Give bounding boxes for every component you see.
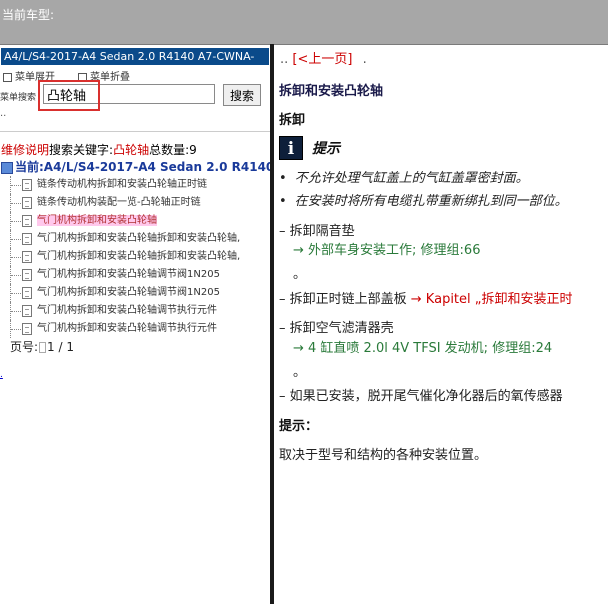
- step-text: – 拆卸正时链上部盖板 → Kapitel „拆卸和安装正时: [279, 292, 573, 307]
- document-icon: [22, 287, 32, 299]
- pager: 页号: 1 / 1: [10, 340, 74, 354]
- separator: [0, 131, 270, 132]
- step-text: – 如果已安装，脱开尾气催化净化器后的氧传感器: [279, 389, 563, 404]
- tip-title: 提示: [312, 141, 340, 157]
- tree-item[interactable]: 气门机构拆卸和安装凸轮轴调节阀1N205: [10, 266, 270, 284]
- tree-item[interactable]: 气门机构拆卸和安装凸轮轴调节阀1N205: [10, 284, 270, 302]
- document-icon: [22, 197, 32, 209]
- page-value: 1 / 1: [47, 340, 74, 354]
- collapse-icon: [78, 72, 87, 82]
- tip-bullet: • 在安装时将所有电缆扎带重新绑扎到同一部位。: [279, 194, 568, 209]
- document-icon: [22, 215, 32, 227]
- menu-collapse-button[interactable]: 菜单折叠: [78, 68, 130, 83]
- tree-item[interactable]: 气门机构拆卸和安装凸轮轴拆卸和安装凸轮轴,: [10, 230, 270, 248]
- step-link[interactable]: → 外部车身安装工作; 修理组:66: [293, 239, 480, 258]
- model-selector[interactable]: A4/L/S4-2017-A4 Sedan 2.0 R4140 A7-CWNA-: [1, 48, 269, 65]
- dots-text: ..: [0, 108, 7, 119]
- tree-item[interactable]: 气门机构拆卸和安装凸轮轴调节执行元件: [10, 320, 270, 338]
- tree-item[interactable]: 气门机构拆卸和安装凸轮轴调节执行元件: [10, 302, 270, 320]
- prev-page-link[interactable]: [<上一页]: [292, 52, 352, 67]
- step-end: 。: [293, 267, 307, 282]
- menu-expand-button[interactable]: 菜单展开: [3, 68, 55, 83]
- section-heading: 拆卸: [279, 113, 306, 128]
- tree-item-selected[interactable]: 气门机构拆卸和安装凸轮轴: [10, 212, 270, 230]
- expand-icon: [3, 72, 12, 82]
- document-icon: [22, 269, 32, 281]
- note-label: 提示：: [279, 419, 319, 434]
- top-bar: 当前车型:: [0, 0, 608, 45]
- document-icon: [22, 305, 32, 317]
- document-icon: [22, 323, 32, 335]
- tree-item[interactable]: 链条传动机构拆卸和安装凸轮轴正时链: [10, 176, 270, 194]
- content-panel: .. [<上一页] . 拆卸和安装凸轮轴 拆卸 i 提示 • 不允许处理气缸盖上的…: [274, 45, 608, 604]
- computer-icon: [1, 161, 13, 174]
- page-box[interactable]: [39, 342, 47, 353]
- summary-count: 9: [189, 143, 197, 157]
- step-text: – 拆卸空气滤清器壳: [279, 321, 394, 336]
- document-icon: [22, 233, 32, 245]
- summary-prefix[interactable]: 维修说明: [1, 143, 49, 157]
- info-icon: i: [279, 136, 303, 160]
- summary-keyword: 凸轮轴: [113, 143, 150, 157]
- search-input[interactable]: [43, 84, 215, 104]
- current-model-label: 当前车型:: [2, 8, 55, 22]
- prev-page-nav: .. [<上一页] .: [280, 52, 367, 67]
- search-summary: 维修说明搜索关键字:凸轮轴总数量:9: [1, 143, 197, 157]
- step-link[interactable]: → Kapitel „拆卸和安装正时: [411, 292, 573, 307]
- bottom-link[interactable]: .: [0, 370, 3, 380]
- step-end: 。: [293, 365, 307, 380]
- step-link[interactable]: → 4 缸直喷 2.0l 4V TFSI 发动机; 修理组:24: [293, 337, 552, 356]
- current-node[interactable]: 当前:A4/L/S4-2017-A4 Sedan 2.0 R4140: [1, 158, 270, 175]
- tree-item[interactable]: 气门机构拆卸和安装凸轮轴拆卸和安装凸轮轴,: [10, 248, 270, 266]
- search-button[interactable]: 搜索: [223, 84, 261, 106]
- page-title: 拆卸和安装凸轮轴: [279, 84, 384, 99]
- step-text: – 拆卸隔音垫: [279, 224, 355, 239]
- left-panel: A4/L/S4-2017-A4 Sedan 2.0 R4140 A7-CWNA-…: [0, 45, 270, 604]
- note-text: 取决于型号和结构的各种安装位置。: [279, 448, 488, 463]
- tip-bullet: • 不允许处理气缸盖上的气缸盖罩密封面。: [279, 171, 529, 186]
- result-tree: 链条传动机构拆卸和安装凸轮轴正时链 链条传动机构装配一览-凸轮轴正时链 气门机构…: [10, 176, 270, 338]
- tree-item[interactable]: 链条传动机构装配一览-凸轮轴正时链: [10, 194, 270, 212]
- document-icon: [22, 251, 32, 263]
- search-label: 菜单搜索: [0, 93, 37, 103]
- document-icon: [22, 179, 32, 191]
